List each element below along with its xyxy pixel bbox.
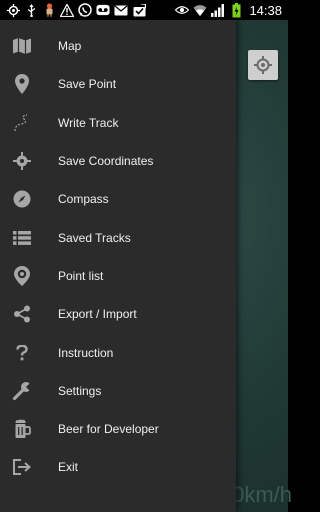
menu-item-export-import[interactable]: Export / Import — [0, 295, 236, 333]
menu-item-label: Point list — [58, 268, 104, 283]
menu-item-label: Saved Tracks — [58, 230, 131, 245]
menu-item-write-track[interactable]: Write Track — [0, 104, 236, 142]
eye-icon — [175, 3, 190, 17]
menu-item-label: Beer for Developer — [58, 422, 159, 437]
map-icon — [10, 34, 34, 58]
menu-item-settings[interactable]: Settings — [0, 372, 236, 410]
menu-item-label: Map — [58, 39, 82, 54]
track-path-icon — [10, 111, 34, 135]
pin-list-icon — [10, 264, 34, 288]
my-location-button[interactable] — [248, 50, 278, 80]
share-icon — [10, 302, 34, 326]
menu-item-save-coordinates[interactable]: Save Coordinates — [0, 142, 236, 180]
menu-item-label: Exit — [58, 460, 79, 475]
voicemail-icon — [96, 3, 110, 17]
whatsapp-icon — [78, 3, 92, 17]
battery-charging-icon — [229, 2, 243, 17]
clock: 14:38 — [249, 2, 282, 18]
crosshair-icon — [253, 55, 273, 75]
gps-icon — [6, 3, 20, 17]
navigation-drawer: Map Save Point Write Track Save Coordina… — [0, 20, 236, 512]
location-pin-icon — [10, 72, 34, 96]
menu-item-label: Write Track — [58, 115, 119, 130]
menu-item-label: Instruction — [58, 345, 114, 360]
menu-item-label: Save Point — [58, 77, 117, 92]
system-icons: 14:38 — [175, 2, 288, 18]
signal-strength-icon — [211, 3, 225, 17]
menu-item-saved-tracks[interactable]: Saved Tracks — [0, 218, 236, 256]
usb-icon — [24, 3, 38, 17]
question-icon — [10, 341, 34, 365]
menu-item-instruction[interactable]: Instruction — [0, 333, 236, 371]
menu-item-label: Save Coordinates — [58, 154, 154, 169]
menu-item-label: Compass — [58, 192, 109, 207]
notification-icons — [0, 3, 146, 17]
crosshair-icon — [10, 149, 34, 173]
speed-readout: 0km/h — [232, 482, 292, 507]
drawer-menu: Map Save Point Write Track Save Coordina… — [0, 20, 236, 487]
download-complete-icon — [132, 3, 146, 17]
email-icon — [114, 3, 128, 17]
app-notification-icon — [42, 3, 56, 17]
status-bar: 14:38 — [0, 0, 288, 20]
compass-icon — [10, 187, 34, 211]
menu-item-point-list[interactable]: Point list — [0, 257, 236, 295]
menu-item-label: Settings — [58, 383, 102, 398]
list-icon — [10, 226, 34, 250]
menu-item-compass[interactable]: Compass — [0, 180, 236, 218]
wrench-icon — [10, 379, 34, 403]
warning-icon — [60, 3, 74, 17]
menu-item-map[interactable]: Map — [0, 27, 236, 65]
menu-item-beer-for-developer[interactable]: Beer for Developer — [0, 410, 236, 448]
menu-item-label: Export / Import — [58, 307, 137, 322]
beer-mug-icon — [10, 417, 34, 441]
menu-item-save-point[interactable]: Save Point — [0, 65, 236, 103]
exit-icon — [10, 455, 34, 479]
wifi-icon — [193, 3, 207, 17]
menu-item-exit[interactable]: Exit — [0, 448, 236, 486]
